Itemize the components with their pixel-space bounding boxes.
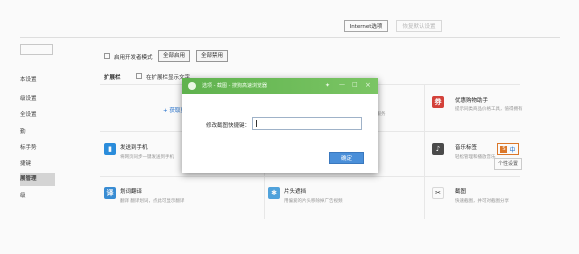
dialog-title: 选项 - 截图 - 搜狗高速浏览器: [202, 83, 267, 89]
shortcut-input[interactable]: [252, 117, 362, 130]
shortcut-label: 修改截图快捷键：: [206, 123, 251, 129]
app-logo-icon: [188, 82, 196, 90]
minimize-icon[interactable]: —: [339, 81, 345, 88]
text-caret: [256, 120, 257, 127]
ok-button[interactable]: 确定: [329, 152, 364, 164]
dialog-title-bar[interactable]: 选项 - 截图 - 搜狗高速浏览器 ✦ — □ ×: [182, 78, 378, 94]
maximize-icon[interactable]: □: [352, 81, 358, 88]
settings-icon[interactable]: ✦: [325, 82, 330, 89]
close-icon[interactable]: ×: [365, 81, 371, 89]
shortcut-dialog: 选项 - 截图 - 搜狗高速浏览器 ✦ — □ × 修改截图快捷键： 确定: [182, 78, 378, 173]
